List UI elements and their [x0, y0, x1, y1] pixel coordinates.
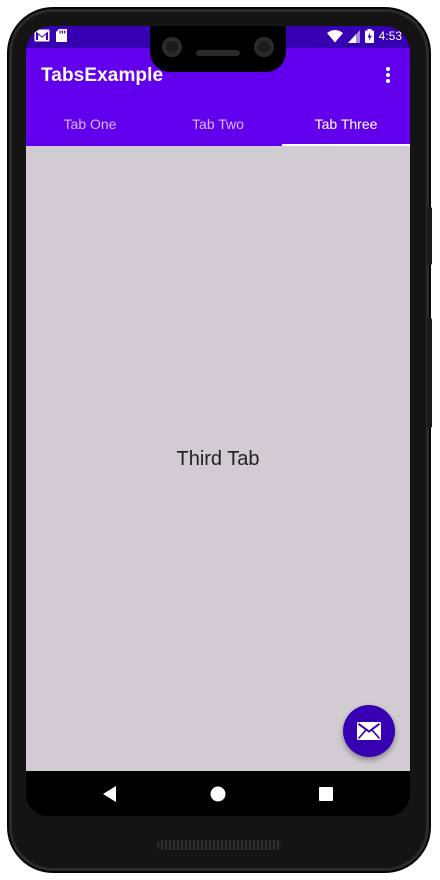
status-left	[34, 29, 67, 42]
volume-button	[427, 318, 432, 428]
wifi-icon	[326, 29, 343, 42]
content-label: Third Tab	[176, 448, 260, 470]
earpiece-speaker	[196, 50, 240, 56]
navigation-bar	[26, 771, 410, 816]
tab-three[interactable]: Tab Three	[282, 102, 410, 146]
signal-icon	[347, 29, 360, 43]
gmail-icon	[34, 29, 50, 42]
battery-charging-icon	[364, 29, 374, 43]
tab-one[interactable]: Tab One	[26, 102, 154, 146]
status-right: 4:53	[326, 29, 402, 43]
email-fab-button[interactable]	[343, 705, 395, 757]
bottom-speaker-grille	[157, 840, 281, 850]
tab-content: Third Tab	[26, 146, 410, 771]
device-screen: 4:53 TabsExample Tab One Tab Two Tab Thr…	[26, 26, 410, 816]
status-time: 4:53	[378, 29, 402, 43]
back-icon[interactable]	[99, 783, 121, 805]
app-title: TabsExample	[41, 65, 164, 86]
email-icon	[357, 722, 381, 740]
tab-bar: Tab One Tab Two Tab Three	[26, 102, 410, 146]
front-camera-left	[162, 37, 182, 57]
more-vert-icon[interactable]	[380, 65, 396, 85]
tab-indicator	[282, 144, 410, 146]
camera-notch	[150, 26, 286, 72]
home-icon[interactable]	[207, 783, 229, 805]
front-camera-right	[254, 37, 274, 57]
power-button	[427, 207, 432, 265]
tab-two[interactable]: Tab Two	[154, 102, 282, 146]
recents-icon[interactable]	[315, 783, 337, 805]
sd-card-icon	[56, 29, 67, 42]
